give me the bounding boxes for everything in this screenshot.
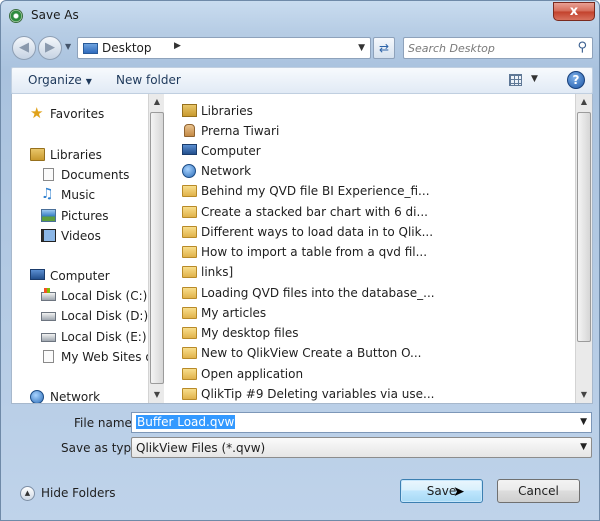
navigation-scrollbar[interactable]: ▲ ▼ [148, 94, 164, 403]
folder-icon [182, 327, 197, 339]
forward-arrow-icon: ▶ [45, 40, 55, 55]
pictures-icon [41, 209, 56, 222]
folder-icon [182, 307, 197, 319]
folder-icon [182, 206, 197, 218]
list-item[interactable]: Different ways to load data in to Qlik..… [182, 223, 572, 241]
breadcrumb-arrow-icon[interactable]: ▶ [174, 41, 181, 51]
folder-icon [182, 388, 197, 400]
chevron-up-icon: ▲ [20, 486, 35, 501]
list-item[interactable]: Libraries [182, 102, 572, 120]
organize-label: Organize [28, 73, 82, 87]
list-item[interactable]: New to QlikView Create a Button O... [182, 344, 572, 362]
list-item[interactable]: Loading QVD files into the database_... [182, 284, 572, 302]
refresh-icon: ⇄ [378, 41, 390, 55]
scroll-down-arrow-icon[interactable]: ▼ [149, 387, 165, 403]
search-input[interactable] [408, 40, 568, 56]
dialog-title: Save As [31, 8, 79, 22]
videos-icon [41, 229, 56, 242]
back-button[interactable]: ◀ [12, 36, 36, 60]
address-dropdown-icon[interactable]: ▼ [358, 43, 365, 53]
drive-icon [41, 333, 56, 342]
list-item[interactable]: Network [182, 162, 572, 180]
list-item[interactable]: QlikTip #9 Deleting variables via use... [182, 385, 572, 403]
scroll-up-arrow-icon[interactable]: ▲ [576, 94, 592, 110]
libraries-icon [182, 104, 197, 117]
new-folder-button[interactable]: New folder [116, 73, 181, 87]
list-item[interactable]: My desktop files [182, 324, 572, 342]
save-as-type-value: QlikView Files (*.qvw) [136, 441, 266, 455]
address-bar[interactable]: Desktop ▶ ▼ [77, 37, 371, 59]
mouse-cursor-icon: ➤ [453, 484, 465, 500]
address-location[interactable]: Desktop [102, 41, 152, 55]
file-browser: ★ Favorites Libraries Documents ♫ Music … [11, 94, 593, 404]
user-folder-icon [184, 124, 195, 137]
list-item[interactable]: Behind my QVD file BI Experience_fi... [182, 182, 572, 200]
list-item[interactable]: Prerna Tiwari [182, 122, 572, 140]
chevron-down-icon[interactable]: ▼ [580, 442, 587, 452]
back-arrow-icon: ◀ [19, 40, 29, 55]
file-name-value[interactable]: Buffer Load.qvw [136, 415, 236, 429]
list-item[interactable]: Create a stacked bar chart with 6 di... [182, 203, 572, 221]
title-bar[interactable]: Save As x [1, 1, 600, 31]
documents-icon [43, 168, 54, 181]
search-icon[interactable]: ⚲ [577, 40, 587, 55]
forward-button[interactable]: ▶ [38, 36, 62, 60]
file-list-scrollbar[interactable]: ▲ ▼ [575, 94, 592, 403]
view-options-dropdown-icon[interactable]: ▼ [531, 74, 538, 84]
list-item[interactable]: Open application [182, 365, 572, 383]
refresh-button[interactable]: ⇄ [373, 37, 395, 59]
folder-icon [182, 185, 197, 197]
network-globe-icon [30, 390, 44, 403]
close-button[interactable]: x [553, 2, 595, 21]
computer-icon [30, 269, 45, 280]
folder-icon [182, 266, 197, 278]
qlikview-app-icon [9, 9, 23, 23]
scroll-thumb[interactable] [577, 112, 591, 342]
chevron-down-icon: ▼ [85, 77, 92, 86]
file-list: Libraries Prerna Tiwari Computer Network… [172, 94, 576, 403]
save-as-type-select[interactable]: QlikView Files (*.qvw) ▼ [131, 437, 592, 458]
drive-icon [41, 312, 56, 321]
folder-icon [182, 246, 197, 258]
folder-icon [182, 347, 197, 359]
command-toolbar: Organize ▼ New folder ▼ ? [11, 67, 593, 94]
list-item[interactable]: My articles [182, 304, 572, 322]
help-button[interactable]: ? [567, 71, 585, 89]
list-item[interactable]: Computer [182, 142, 572, 160]
web-sites-icon [43, 350, 54, 363]
file-name-field[interactable]: Buffer Load.qvw ▼ [131, 412, 592, 433]
folder-icon [182, 226, 197, 238]
scroll-down-arrow-icon[interactable]: ▼ [576, 387, 592, 403]
scroll-thumb[interactable] [150, 112, 164, 384]
network-globe-icon [182, 164, 196, 178]
organize-menu[interactable]: Organize ▼ [28, 73, 92, 87]
folder-icon [182, 368, 197, 380]
recent-locations-dropdown[interactable]: ▼ [65, 42, 71, 51]
libraries-icon [30, 148, 45, 161]
list-item[interactable]: links] [182, 263, 572, 281]
scroll-up-arrow-icon[interactable]: ▲ [149, 94, 165, 110]
folder-icon [182, 287, 197, 299]
list-item[interactable]: How to import a table from a qvd fil... [182, 243, 572, 261]
save-button[interactable]: Save [400, 479, 483, 503]
search-box[interactable]: ⚲ [403, 37, 593, 59]
system-drive-icon [41, 288, 56, 301]
computer-icon [182, 144, 197, 155]
music-note-icon: ♫ [41, 186, 54, 202]
star-icon: ★ [30, 104, 44, 122]
navigation-pane: ★ Favorites Libraries Documents ♫ Music … [30, 104, 148, 403]
change-view-icon[interactable] [509, 74, 522, 86]
cancel-button[interactable]: Cancel [497, 479, 580, 503]
chevron-down-icon[interactable]: ▼ [580, 417, 587, 427]
desktop-icon [83, 43, 98, 54]
file-name-label: File name: [74, 416, 136, 430]
save-as-dialog: Save As x ◀ ▶ ▼ Desktop ▶ ▼ ⇄ ⚲ Organize… [0, 0, 600, 521]
